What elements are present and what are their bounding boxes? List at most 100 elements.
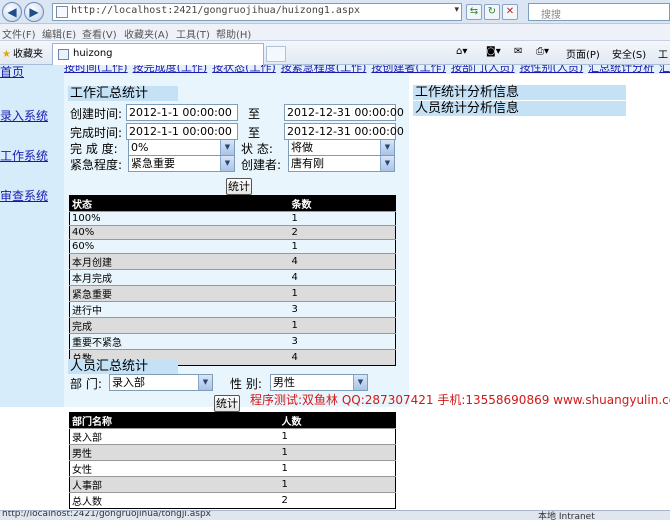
mail-icon[interactable]: ✉ — [514, 46, 522, 57]
forward-icon[interactable]: ▶ — [24, 2, 44, 22]
urgency-label: 紧急程度: — [70, 158, 123, 172]
menu-help[interactable]: 帮助(H) — [216, 26, 251, 41]
work-analysis-title: 工作统计分析信息 — [413, 85, 626, 100]
link-by-urgency[interactable]: 按紧急程度(工作) — [281, 65, 367, 74]
favorites-button[interactable]: ★ 收藏夹 — [2, 45, 43, 60]
column-header-people-count: 人数 — [279, 412, 396, 429]
row-value: 1 — [289, 285, 396, 302]
home-icon[interactable]: ⌂▾ — [456, 46, 467, 57]
favorites-bar: ★ 收藏夹 huizong ⌂▾ ◙▾ ✉ ⎙▾ 页面(P) 安全(S) 工 — [0, 41, 670, 65]
table-row: 本月创建 4 — [69, 253, 396, 270]
address-toolbar: ◀ ▶ http://localhost:2421/gongruojihua/h… — [0, 0, 670, 24]
table-row: 100% 1 — [69, 211, 396, 226]
nav-item-home[interactable]: 首页 — [0, 65, 24, 80]
tab-title: huizong — [73, 48, 113, 59]
row-label: 完成 — [69, 317, 290, 334]
page-menu[interactable]: 页面(P) — [566, 46, 600, 61]
address-bar[interactable]: http://localhost:2421/gongruojihua/huizo… — [52, 3, 462, 21]
row-label: 录入部 — [69, 428, 280, 445]
creator-label: 创建者: — [241, 158, 282, 172]
create-to-label: 至 — [248, 107, 261, 121]
table-row: 总人数 2 — [69, 492, 396, 509]
status-zone: 本地 Intranet — [538, 512, 595, 520]
creator-select[interactable]: 唐有刚 ▼ — [288, 155, 395, 172]
table-row: 进行中 3 — [69, 301, 396, 318]
star-icon: ★ — [2, 49, 11, 60]
status-select[interactable]: 将做 ▼ — [288, 139, 395, 156]
chevron-down-icon[interactable]: ▾ — [454, 5, 459, 15]
link-summary-analysis[interactable]: 汇总统计分析 — [588, 65, 654, 74]
people-stat-button[interactable]: 统计 — [214, 395, 240, 412]
row-label: 紧急重要 — [69, 285, 290, 302]
column-header-status: 状态 — [69, 195, 290, 212]
new-tab-button[interactable] — [266, 46, 286, 62]
dept-label: 部 门: — [70, 377, 102, 391]
left-nav: 首页 录入系统 工作系统 审查系统 — [0, 65, 64, 407]
nav-item-work[interactable]: 工作系统 — [0, 147, 48, 164]
table-row: 重要不紧急 3 — [69, 333, 396, 350]
stop-icon[interactable]: ✕ — [502, 4, 518, 20]
link-by-gender[interactable]: 按性别(人员) — [520, 65, 584, 74]
safety-menu[interactable]: 安全(S) — [612, 46, 646, 61]
link-summary-info[interactable]: 汇总信息 — [659, 65, 670, 74]
column-header-count: 条数 — [289, 195, 396, 212]
work-stat-button[interactable]: 统计 — [226, 178, 252, 195]
row-value: 4 — [289, 269, 396, 286]
print-icon[interactable]: ⎙▾ — [536, 46, 549, 57]
nav-item-entry[interactable]: 录入系统 — [0, 107, 48, 124]
search-input[interactable]: 搜搜 — [528, 3, 670, 21]
menu-favorites[interactable]: 收藏夹(A) — [124, 26, 169, 41]
menu-file[interactable]: 文件(F) — [2, 26, 36, 41]
finish-from-input[interactable]: 2012-1-1 00:00:00 — [126, 123, 238, 140]
nav-item-review[interactable]: 审查系统 — [0, 187, 48, 204]
create-time-label: 创建时间: — [70, 107, 123, 121]
finish-to-input[interactable]: 2012-12-31 00:00:00 — [284, 123, 404, 140]
menu-view[interactable]: 查看(V) — [82, 26, 117, 41]
row-label: 进行中 — [69, 301, 290, 318]
row-value: 3 — [289, 333, 396, 350]
search-placeholder: 搜搜 — [541, 10, 561, 21]
completion-value: 0% — [131, 141, 149, 154]
table-row: 男性 1 — [69, 444, 396, 461]
menu-edit[interactable]: 编辑(E) — [42, 26, 76, 41]
completion-select[interactable]: 0% ▼ — [128, 139, 235, 156]
row-value: 1 — [279, 428, 396, 445]
table-row: 完成 1 — [69, 317, 396, 334]
people-stats-table: 部门名称 人数 录入部 1 男性 1 女性 1 人事部 1 总人数 2 — [69, 412, 396, 509]
tab-huizong[interactable]: huizong — [52, 43, 264, 65]
row-label: 人事部 — [69, 476, 280, 493]
create-from-input[interactable]: 2012-1-1 00:00:00 — [126, 104, 238, 121]
link-by-completion[interactable]: 按完成度(工作) — [133, 65, 208, 74]
row-value: 2 — [279, 492, 396, 509]
link-by-creator[interactable]: 按创建者(工作) — [371, 65, 446, 74]
completion-label: 完 成 度: — [70, 142, 118, 156]
refresh-icon[interactable]: ↻ — [484, 4, 500, 20]
row-label: 60% — [69, 239, 290, 254]
chevron-down-icon: ▼ — [220, 140, 234, 155]
dept-select[interactable]: 录入部 ▼ — [109, 374, 213, 391]
compat-view-icon[interactable]: ⇆ — [466, 4, 482, 20]
tools-menu[interactable]: 工 — [658, 46, 668, 61]
finish-time-label: 完成时间: — [70, 126, 123, 140]
table-row: 人事部 1 — [69, 476, 396, 493]
gender-label: 性 别: — [230, 377, 262, 391]
gender-select[interactable]: 男性 ▼ — [270, 374, 368, 391]
link-by-dept[interactable]: 按部门(人员) — [451, 65, 515, 74]
status-label: 状 态: — [241, 142, 273, 156]
row-label: 女性 — [69, 460, 280, 477]
create-to-input[interactable]: 2012-12-31 00:00:00 — [284, 104, 404, 121]
link-by-status[interactable]: 按状态(工作) — [212, 65, 276, 74]
chevron-down-icon: ▼ — [353, 375, 367, 390]
table-row: 本月完成 4 — [69, 269, 396, 286]
menu-tools[interactable]: 工具(T) — [176, 26, 210, 41]
dept-value: 录入部 — [112, 376, 145, 389]
rss-icon[interactable]: ◙▾ — [486, 46, 501, 57]
row-label: 40% — [69, 225, 290, 240]
row-value: 1 — [289, 317, 396, 334]
back-icon[interactable]: ◀ — [2, 2, 22, 22]
creator-value: 唐有刚 — [291, 157, 324, 170]
row-value: 3 — [289, 301, 396, 318]
link-by-time[interactable]: 按时间(工作) — [64, 65, 128, 74]
urgency-select[interactable]: 紧急重要 ▼ — [128, 155, 235, 172]
urgency-value: 紧急重要 — [131, 157, 175, 170]
